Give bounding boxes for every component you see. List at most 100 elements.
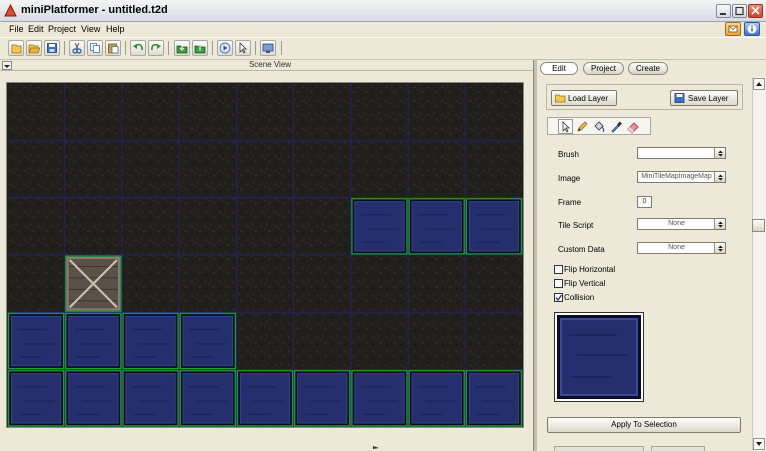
play-button[interactable] (217, 40, 233, 56)
checkmark-icon (555, 294, 562, 301)
folder-open-icon (555, 94, 566, 103)
save-layer-label: Save Layer (688, 94, 729, 103)
eraser-tool[interactable] (625, 119, 640, 134)
flip-vertical-label: Flip Vertical (564, 279, 606, 288)
select-button[interactable] (235, 40, 251, 56)
dropdown-button[interactable] (714, 219, 725, 229)
screen-button[interactable] (260, 40, 276, 56)
close-icon (751, 6, 760, 15)
menu-help[interactable]: Help (106, 24, 125, 34)
block-tile[interactable] (122, 369, 179, 427)
block-tile[interactable] (236, 369, 294, 427)
bucket-tool[interactable] (591, 119, 606, 134)
menu-project[interactable]: Project (48, 24, 76, 34)
tile-script-select[interactable]: None (637, 218, 726, 230)
scroll-up-button[interactable] (753, 78, 765, 90)
block-tile[interactable] (64, 312, 122, 370)
frame-input[interactable]: 0 (637, 196, 652, 208)
crate-tile[interactable] (64, 255, 122, 313)
paste-button[interactable] (105, 40, 121, 56)
new-icon (11, 44, 22, 54)
apply-to-selection-button[interactable]: Apply To Selection (547, 417, 741, 433)
block-tile[interactable] (351, 369, 408, 427)
toolbar-separator (212, 41, 213, 55)
scene-view-title: Scene View (248, 60, 292, 69)
flip-horizontal-checkbox[interactable] (554, 265, 563, 274)
notify-button[interactable] (725, 22, 741, 36)
import-icon (176, 43, 188, 54)
block-tile[interactable] (64, 369, 122, 427)
save-icon (47, 43, 57, 53)
app-icon (4, 4, 17, 17)
bucket-icon (594, 121, 605, 133)
panel-scrollbar[interactable] (752, 77, 766, 451)
block-tile[interactable] (179, 312, 237, 370)
chevron-down-icon (4, 65, 10, 68)
block-tile[interactable] (408, 369, 466, 427)
tab-edit[interactable]: Edit (540, 62, 578, 75)
load-layer-button[interactable]: Load Layer (551, 90, 617, 106)
menu-view[interactable]: View (81, 24, 100, 34)
brush-select[interactable] (637, 147, 726, 159)
flip-vertical-checkbox[interactable] (554, 279, 563, 288)
scroll-down-button[interactable] (753, 438, 765, 450)
menu-file[interactable]: File (9, 24, 24, 34)
block-tile[interactable] (293, 369, 351, 427)
block-tile[interactable] (179, 369, 237, 427)
copy-button[interactable] (87, 40, 103, 56)
tab-create[interactable]: Create (628, 62, 668, 75)
import-button[interactable] (174, 40, 190, 56)
scroll-thumb[interactable] (752, 219, 765, 232)
block-tile[interactable] (408, 197, 466, 255)
save-layer-button[interactable]: Save Layer (670, 90, 738, 106)
updown-icon (718, 221, 723, 228)
block-tile[interactable] (7, 312, 65, 370)
info-button[interactable] (744, 22, 760, 36)
open-button[interactable] (26, 40, 42, 56)
scene-canvas[interactable] (6, 82, 524, 428)
close-button[interactable] (748, 4, 763, 18)
save-button[interactable] (44, 40, 60, 56)
custom-data-select[interactable]: None (637, 242, 726, 254)
maximize-icon (735, 6, 744, 16)
menu-edit[interactable]: Edit (28, 24, 44, 34)
undo-icon (133, 43, 143, 51)
block-tile[interactable] (465, 369, 523, 427)
toolbar-separator (64, 41, 65, 55)
window-title: miniPlatformer - untitled.t2d (21, 4, 168, 16)
export-icon (194, 43, 206, 54)
new-button[interactable] (8, 40, 24, 56)
dropdown-button[interactable] (714, 172, 725, 182)
undo-button[interactable] (130, 40, 146, 56)
collision-checkbox[interactable] (554, 293, 563, 302)
dropdown-button[interactable] (714, 243, 725, 253)
pointer-tool[interactable] (558, 119, 573, 134)
select-icon (239, 42, 247, 54)
cut-button[interactable] (69, 40, 85, 56)
image-select[interactable]: MiniTileMapImageMap (637, 171, 726, 183)
scene-menu-button[interactable] (2, 61, 12, 70)
chevron-up-icon (756, 82, 762, 86)
updown-icon (718, 150, 723, 157)
redo-button[interactable] (148, 40, 164, 56)
eraser-icon (627, 122, 639, 134)
dropdown-button[interactable] (714, 148, 725, 158)
maximize-button[interactable] (732, 4, 747, 18)
pencil-tool[interactable] (574, 119, 589, 134)
updown-icon (718, 174, 723, 181)
tile-script-value: None (668, 220, 685, 227)
export-button[interactable] (192, 40, 208, 56)
brush-label: Brush (558, 150, 579, 159)
eyedropper-tool[interactable] (608, 119, 623, 134)
redo-icon (151, 43, 161, 51)
block-tile[interactable] (122, 312, 179, 370)
block-tile[interactable] (7, 369, 65, 427)
scroll-indicator-icon (373, 446, 379, 449)
screen-icon (262, 43, 274, 53)
collision-label: Collision (564, 293, 595, 302)
tab-project[interactable]: Project (583, 62, 624, 75)
block-tile[interactable] (351, 197, 408, 255)
tile-preview-image (557, 315, 641, 399)
minimize-button[interactable] (716, 4, 731, 18)
block-tile[interactable] (465, 197, 523, 255)
